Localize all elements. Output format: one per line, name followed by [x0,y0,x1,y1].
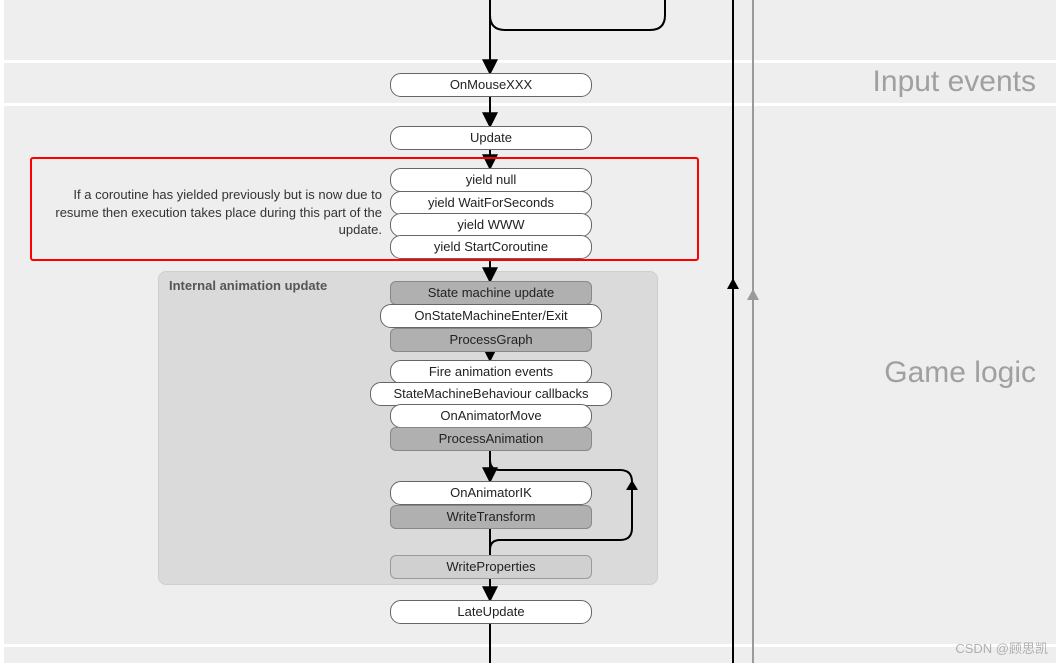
node-on-state-machine-enter-exit: OnStateMachineEnter/Exit [380,304,602,328]
node-yield-start-coroutine: yield StartCoroutine [390,235,592,259]
node-on-animator-ik: OnAnimatorIK [390,481,592,505]
node-on-mouse-xxx: OnMouseXXX [390,73,592,97]
node-write-properties: WriteProperties [390,555,592,579]
node-state-machine-update: State machine update [390,281,592,305]
diagram-stage: Input events Game logic Internal animati… [0,0,1060,663]
node-on-animator-move: OnAnimatorMove [390,404,592,428]
node-write-transform: WriteTransform [390,505,592,529]
node-yield-wait-for-seconds: yield WaitForSeconds [390,191,592,215]
band-label-input-events: Input events [873,65,1036,99]
watermark: CSDN @顾思凯 [955,638,1048,657]
coroutine-note: If a coroutine has yielded previously bu… [52,186,382,239]
band-label-game-logic: Game logic [884,356,1036,390]
node-fire-animation-events: Fire animation events [390,360,592,384]
band-top-partial [4,0,1056,60]
node-process-animation: ProcessAnimation [390,427,592,451]
node-late-update: LateUpdate [390,600,592,624]
node-yield-www: yield WWW [390,213,592,237]
node-update: Update [390,126,592,150]
internal-animation-update-label: Internal animation update [169,278,327,293]
node-process-graph: ProcessGraph [390,328,592,352]
global-flow-line-black [732,0,734,663]
node-state-machine-behaviour-callbacks: StateMachineBehaviour callbacks [370,382,612,406]
node-yield-null: yield null [390,168,592,192]
global-flow-line-gray [752,0,754,663]
band-bottom-partial [4,647,1056,663]
